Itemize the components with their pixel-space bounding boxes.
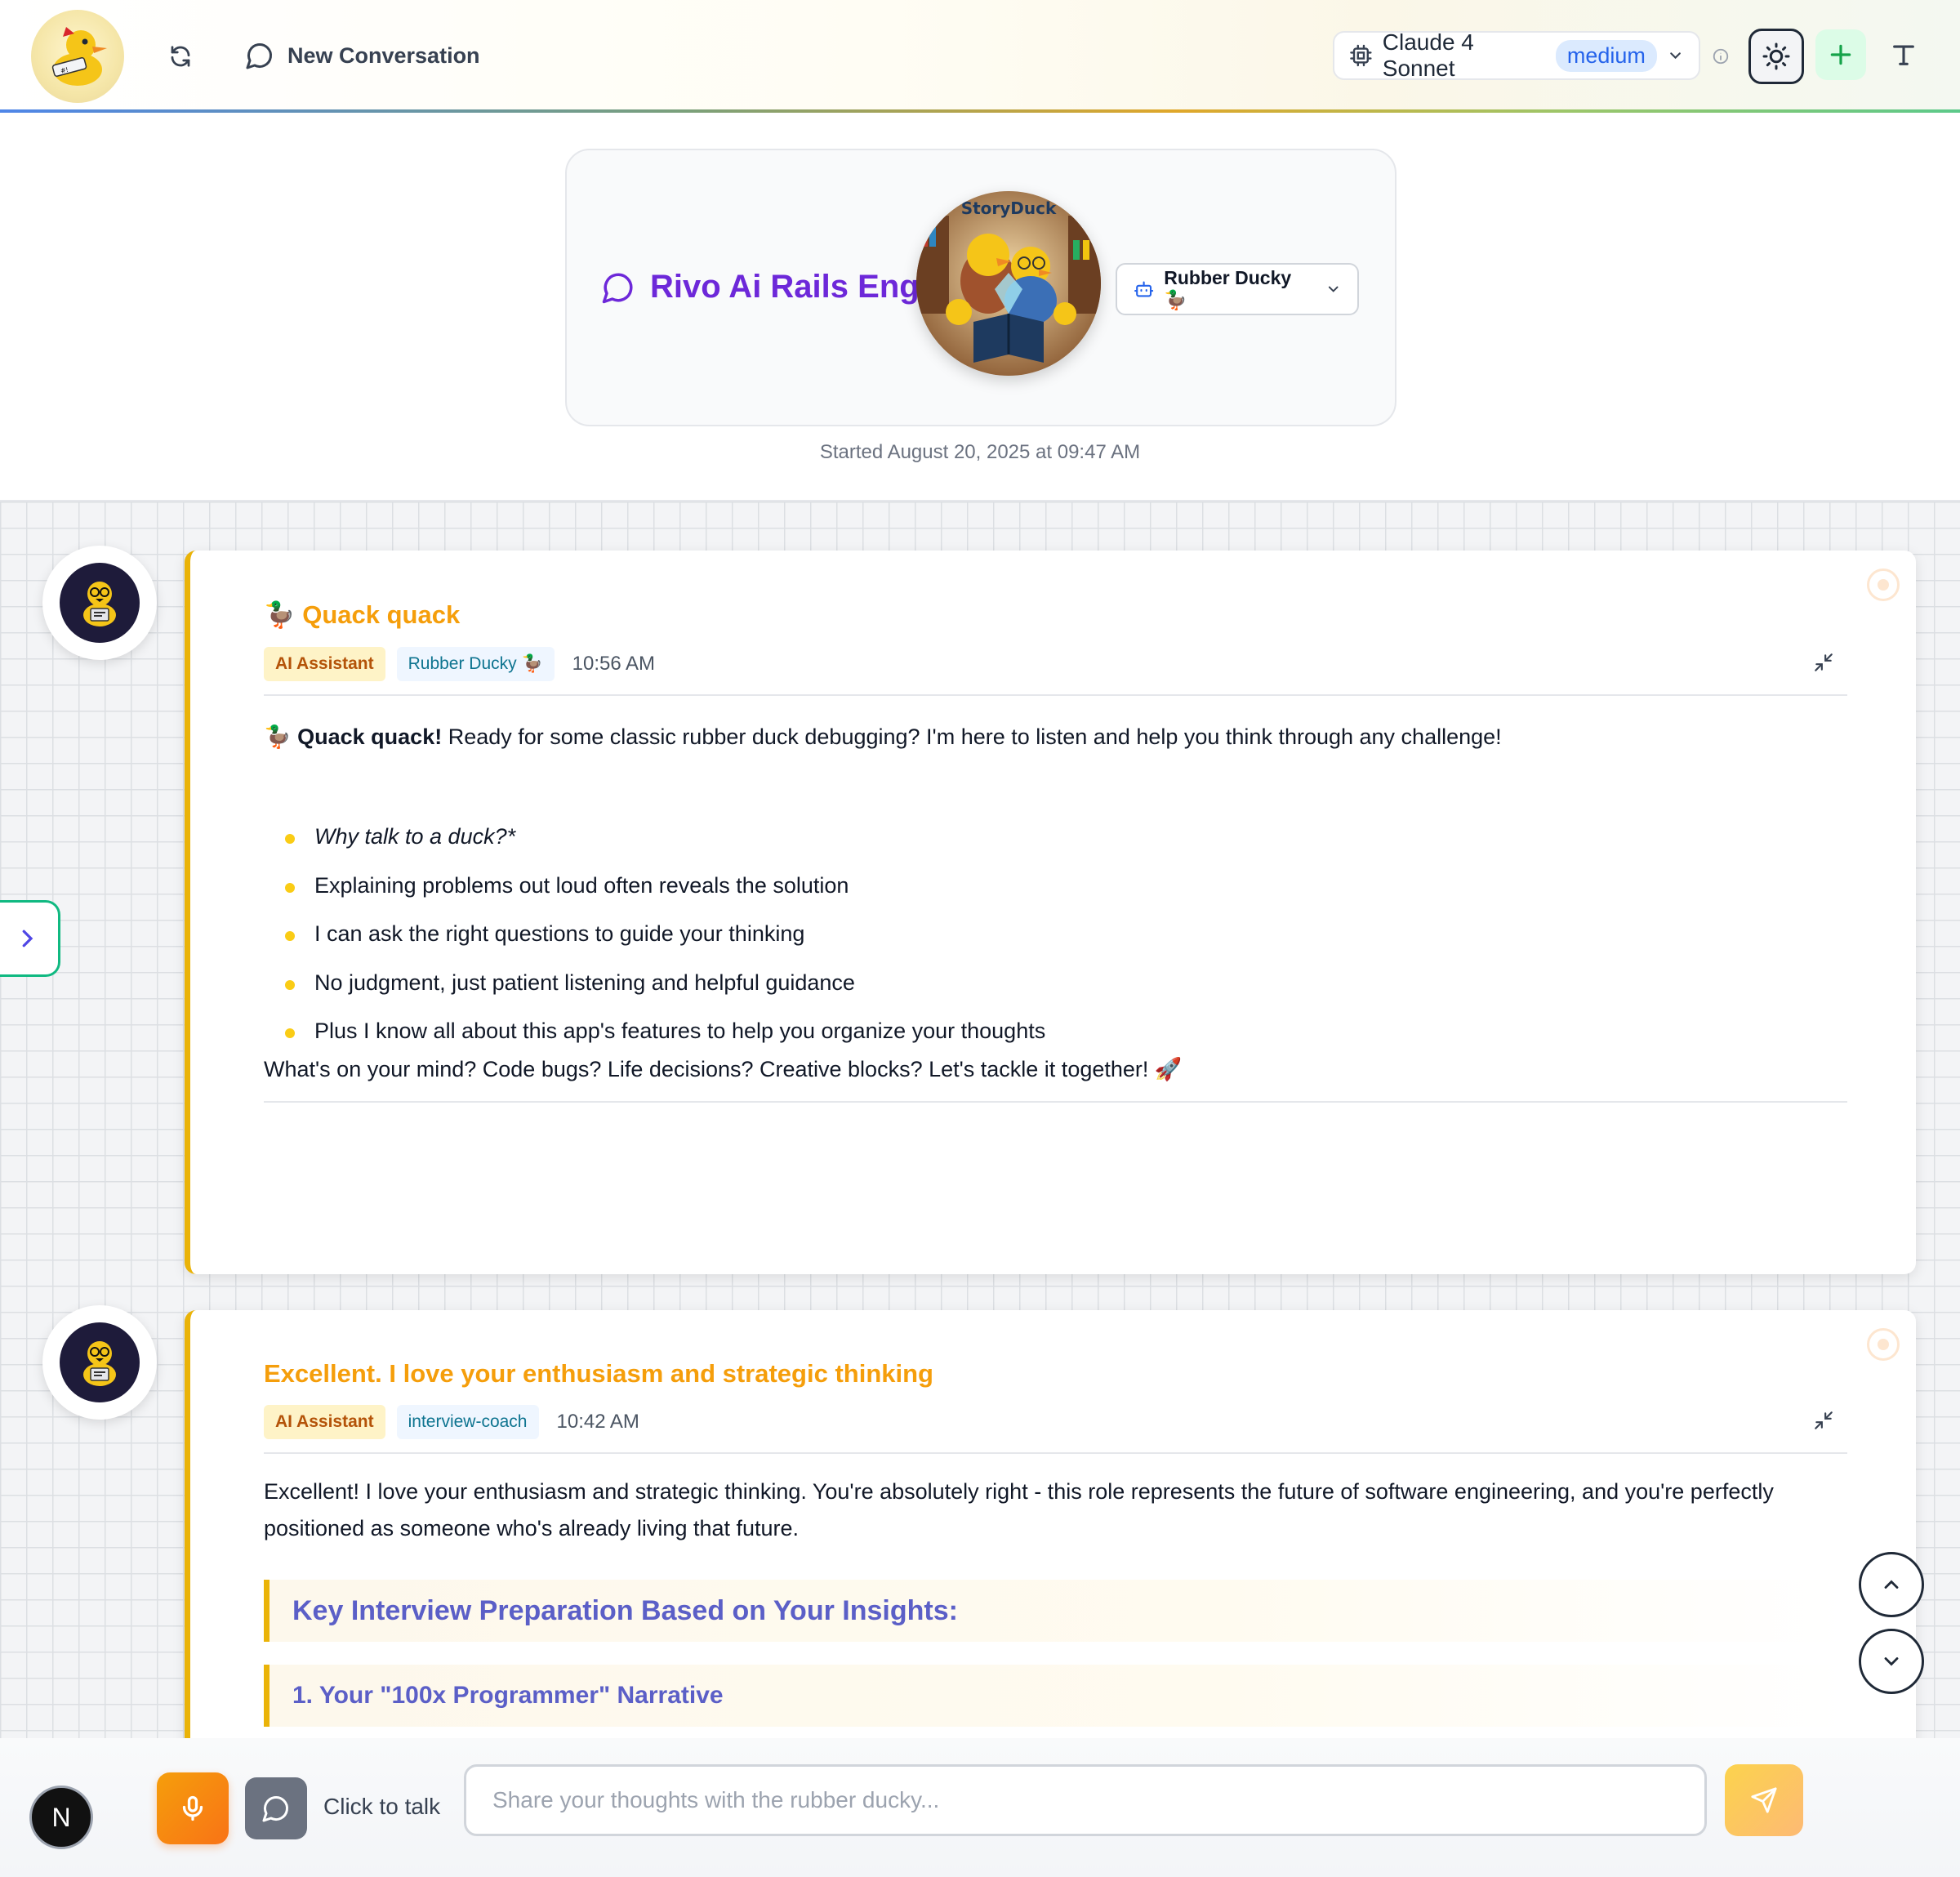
conversation-info-card: Rivo Ai Rails Eng StoryDuck Rubber Ducky… bbox=[565, 149, 1396, 426]
chat-messages-area[interactable]: 🦆 Quack quack AI Assistant Rubber Ducky … bbox=[0, 500, 1960, 1738]
refresh-button[interactable] bbox=[160, 36, 201, 77]
message-status-indicator bbox=[1867, 568, 1900, 601]
list-item: Why talk to a duck?* bbox=[285, 813, 1847, 862]
collapse-message-button[interactable] bbox=[1813, 1410, 1834, 1435]
message-body: 🦆 Quack quack! Ready for some classic ru… bbox=[264, 719, 1847, 1088]
chevron-down-icon bbox=[1670, 52, 1681, 60]
list-item: Explaining problems out loud often revea… bbox=[285, 862, 1847, 911]
header-accent-line bbox=[0, 109, 1960, 113]
chevron-down-icon bbox=[1328, 286, 1339, 292]
storyduck-illustration: StoryDuck bbox=[916, 191, 1101, 376]
message-meta: AI Assistant Rubber Ducky 🦆 10:56 AM bbox=[264, 647, 655, 681]
model-selector[interactable]: Claude 4 Sonnet medium bbox=[1333, 29, 1700, 81]
message-input[interactable] bbox=[464, 1764, 1707, 1836]
app-logo[interactable]: #! bbox=[31, 10, 124, 103]
cpu-chip-icon bbox=[1350, 44, 1372, 67]
chat-bubble-icon bbox=[602, 273, 633, 303]
message-divider bbox=[264, 1452, 1847, 1454]
list-item: Plus I know all about this app's feature… bbox=[285, 1007, 1847, 1056]
persona-tag: interview-coach bbox=[396, 1405, 539, 1439]
duck-bot-icon bbox=[83, 582, 116, 626]
message-body: Excellent! I love your enthusiasm and st… bbox=[264, 1479, 1774, 1540]
list-item: I can ask the right questions to guide y… bbox=[285, 910, 1847, 959]
message-outro: What's on your mind? Code bugs? Life dec… bbox=[264, 1056, 1183, 1081]
conversation-started-timestamp: Started August 20, 2025 at 09:47 AM bbox=[819, 441, 1141, 463]
add-button[interactable] bbox=[1815, 29, 1866, 80]
sun-icon bbox=[1762, 42, 1790, 70]
click-to-talk-label: Click to talk bbox=[323, 1794, 441, 1819]
composer-footer: N Click to talk bbox=[0, 1738, 1960, 1877]
storyduck-avatar: StoryDuck bbox=[916, 191, 1101, 376]
send-icon bbox=[1751, 1787, 1777, 1813]
message-meta: AI Assistant interview-coach 10:42 AM bbox=[264, 1405, 639, 1439]
scroll-up-button[interactable] bbox=[1859, 1552, 1924, 1617]
user-avatar[interactable]: N bbox=[29, 1786, 93, 1849]
assistant-avatar bbox=[42, 1305, 157, 1420]
collapse-message-button[interactable] bbox=[1813, 652, 1834, 677]
persona-selected-label: Rubber Ducky 🦆 bbox=[1164, 267, 1292, 310]
new-conversation-label: New Conversation bbox=[287, 42, 480, 68]
mic-icon bbox=[182, 1795, 203, 1821]
assistant-avatar bbox=[42, 546, 157, 660]
bot-icon bbox=[1134, 281, 1154, 297]
collapse-icon bbox=[1815, 1411, 1833, 1429]
message-title: 🦆 Quack quack bbox=[264, 600, 461, 629]
model-info-button[interactable] bbox=[1712, 47, 1730, 69]
message-status-indicator bbox=[1867, 1328, 1900, 1361]
intro-emoji: 🦆 bbox=[264, 724, 292, 749]
chevron-right-icon bbox=[22, 930, 33, 947]
info-icon bbox=[1713, 48, 1729, 65]
chat-bubble-icon bbox=[262, 1795, 289, 1822]
conversation-title[interactable]: Rivo Ai Rails Eng bbox=[601, 269, 920, 305]
duck-bot-icon bbox=[83, 1341, 116, 1386]
refresh-icon bbox=[171, 46, 190, 67]
message-footer-divider bbox=[264, 1101, 1847, 1103]
intro-text: Ready for some classic rubber duck debug… bbox=[442, 724, 1502, 749]
sidebar-toggle-button[interactable] bbox=[0, 900, 60, 977]
chevron-down-icon bbox=[1884, 1657, 1899, 1666]
theme-toggle-button[interactable] bbox=[1748, 29, 1804, 84]
model-effort-badge: medium bbox=[1555, 39, 1657, 72]
voice-input-button[interactable] bbox=[157, 1772, 229, 1844]
font-icon bbox=[1893, 45, 1914, 65]
duck-logo-icon: #! bbox=[51, 27, 107, 86]
section-heading: Key Interview Preparation Based on Your … bbox=[264, 1580, 1847, 1642]
message-bullet-list: Why talk to a duck?* Explaining problems… bbox=[264, 813, 1847, 1056]
message-intro: 🦆 Quack quack! Ready for some classic ru… bbox=[264, 719, 1847, 756]
chevron-up-icon bbox=[1884, 1580, 1899, 1589]
role-tag: AI Assistant bbox=[264, 1405, 385, 1439]
message-divider bbox=[264, 694, 1847, 696]
chat-bubble-icon bbox=[246, 42, 273, 69]
persona-selector[interactable]: Rubber Ducky 🦆 bbox=[1116, 263, 1359, 315]
section-subheading: 1. Your "100x Programmer" Narrative bbox=[264, 1665, 1847, 1727]
assistant-message-card: Excellent. I love your enthusiasm and st… bbox=[185, 1310, 1916, 1738]
storyduck-label: StoryDuck bbox=[961, 198, 1057, 218]
text-mode-button[interactable] bbox=[245, 1777, 307, 1839]
new-conversation-button[interactable]: New Conversation bbox=[245, 34, 480, 77]
conversation-title-text: Rivo Ai Rails Eng bbox=[650, 269, 920, 305]
message-time: 10:42 AM bbox=[556, 1411, 639, 1433]
scroll-down-button[interactable] bbox=[1859, 1629, 1924, 1694]
font-settings-button[interactable] bbox=[1878, 29, 1929, 80]
assistant-message-card: 🦆 Quack quack AI Assistant Rubber Ducky … bbox=[185, 551, 1916, 1274]
send-button[interactable] bbox=[1725, 1764, 1803, 1836]
list-item: No judgment, just patient listening and … bbox=[285, 959, 1847, 1008]
collapse-icon bbox=[1815, 653, 1833, 671]
persona-tag: Rubber Ducky 🦆 bbox=[396, 647, 555, 681]
top-header: #! New Conversation Claude 4 Sonnet medi… bbox=[0, 0, 1960, 113]
model-name: Claude 4 Sonnet bbox=[1382, 29, 1474, 81]
role-tag: AI Assistant bbox=[264, 647, 385, 681]
message-title: Excellent. I love your enthusiasm and st… bbox=[264, 1359, 933, 1388]
plus-icon bbox=[1830, 44, 1851, 65]
message-time: 10:56 AM bbox=[572, 653, 656, 675]
intro-bold: Quack quack! bbox=[297, 724, 443, 749]
